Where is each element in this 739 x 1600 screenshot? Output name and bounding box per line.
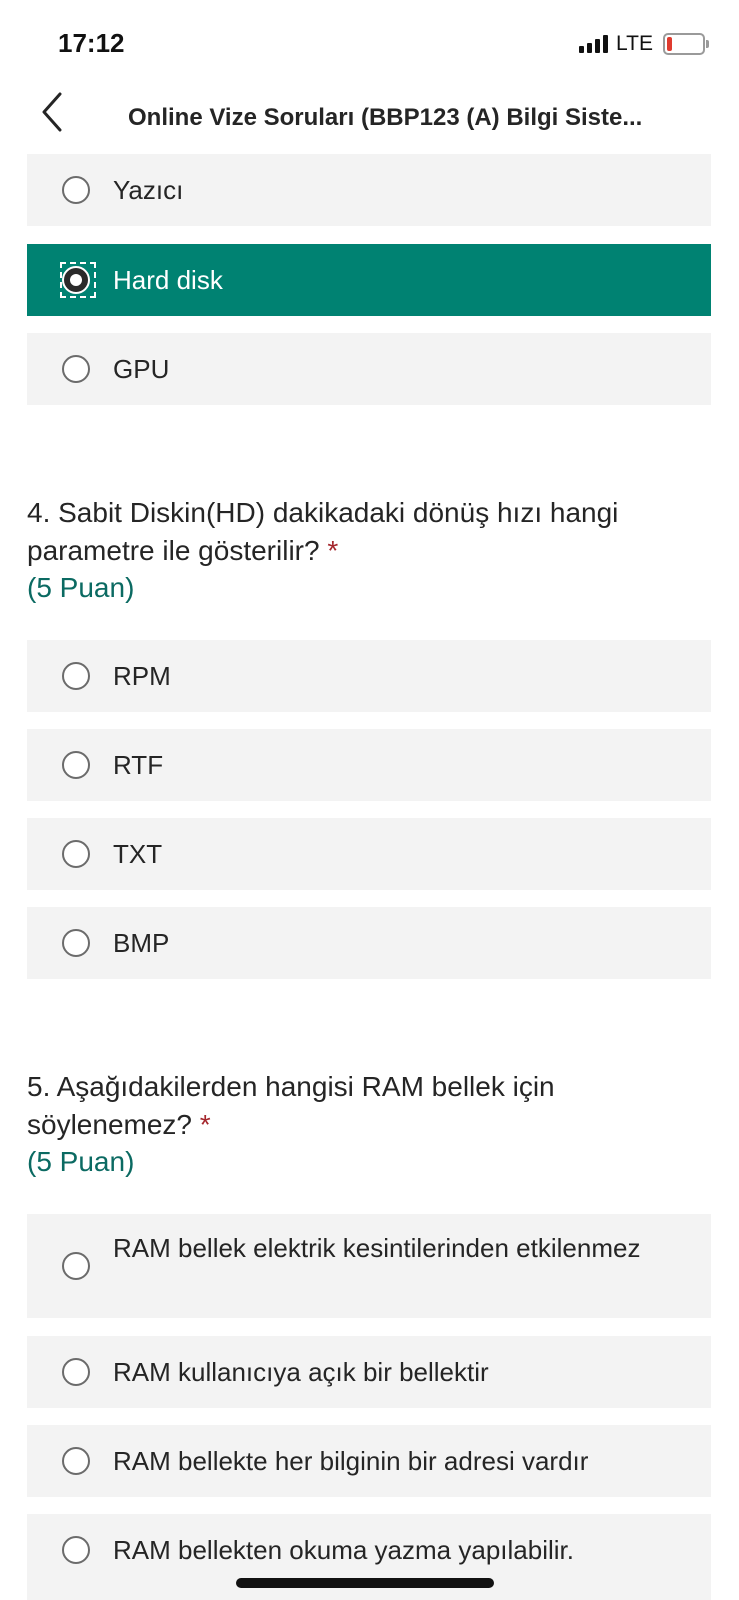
option-label: Yazıcı: [113, 175, 184, 205]
back-button[interactable]: [30, 90, 80, 140]
question-text: 4. Sabit Diskin(HD) dakikadaki dönüş hız…: [27, 497, 619, 566]
option-bmp[interactable]: BMP: [27, 907, 711, 979]
option-label: TXT: [113, 839, 163, 869]
option-rtf[interactable]: RTF: [27, 729, 711, 801]
option-ram-adres[interactable]: RAM bellekte her bilginin bir adresi var…: [27, 1425, 711, 1497]
home-indicator[interactable]: [236, 1578, 494, 1588]
chevron-left-icon: [42, 92, 62, 132]
option-ram-elektrik[interactable]: RAM bellek elektrik kesintilerinden etki…: [27, 1214, 711, 1318]
option-label: RAM bellek elektrik kesintilerinden etki…: [113, 1233, 641, 1263]
battery-low-icon: [663, 33, 709, 55]
required-star: *: [199, 1109, 211, 1140]
question-4-text: 4. Sabit Diskin(HD) dakikadaki dönüş hız…: [27, 494, 687, 570]
required-star: *: [327, 535, 339, 566]
option-hard-disk[interactable]: Hard disk: [27, 244, 711, 316]
option-label: BMP: [113, 928, 170, 958]
question-4-points: (5 Puan): [27, 572, 135, 603]
option-rpm[interactable]: RPM: [27, 640, 711, 712]
option-label: GPU: [113, 354, 170, 384]
option-label: RAM bellekte her bilginin bir adresi var…: [113, 1446, 589, 1476]
option-yazici[interactable]: Yazıcı: [27, 154, 711, 226]
radio-button[interactable]: [62, 751, 90, 779]
option-ram-kullanici[interactable]: RAM kullanıcıya açık bir bellektir: [27, 1336, 711, 1408]
radio-button[interactable]: [62, 929, 90, 957]
option-label: RAM bellekten okuma yazma yapılabilir.: [113, 1535, 574, 1565]
radio-button[interactable]: [62, 840, 90, 868]
option-label: Hard disk: [113, 265, 223, 295]
question-5-points: (5 Puan): [27, 1146, 135, 1177]
option-label: RAM kullanıcıya açık bir bellektir: [113, 1357, 489, 1387]
radio-button[interactable]: [62, 662, 90, 690]
status-time: 17:12: [58, 28, 125, 58]
option-gpu[interactable]: GPU: [27, 333, 711, 405]
radio-button[interactable]: [62, 1536, 90, 1564]
radio-button[interactable]: [62, 355, 90, 383]
status-indicators: LTE: [579, 32, 709, 56]
option-label: RTF: [113, 750, 164, 780]
signal-icon: [579, 35, 609, 53]
question-5-text: 5. Aşağıdakilerden hangisi RAM bellek iç…: [27, 1068, 687, 1144]
radio-button[interactable]: [62, 1447, 90, 1475]
radio-button-selected[interactable]: [62, 266, 90, 294]
network-label: LTE: [616, 32, 653, 55]
option-label: RPM: [113, 661, 171, 691]
nav-bar: Online Vize Soruları (BBP123 (A) Bilgi S…: [0, 80, 739, 154]
radio-button[interactable]: [62, 1252, 90, 1280]
form-title: Online Vize Soruları (BBP123 (A) Bilgi S…: [128, 104, 643, 131]
radio-button[interactable]: [62, 1358, 90, 1386]
radio-button[interactable]: [62, 176, 90, 204]
option-txt[interactable]: TXT: [27, 818, 711, 890]
question-text: 5. Aşağıdakilerden hangisi RAM bellek iç…: [27, 1071, 555, 1140]
status-bar: 17:12 LTE: [0, 0, 739, 80]
